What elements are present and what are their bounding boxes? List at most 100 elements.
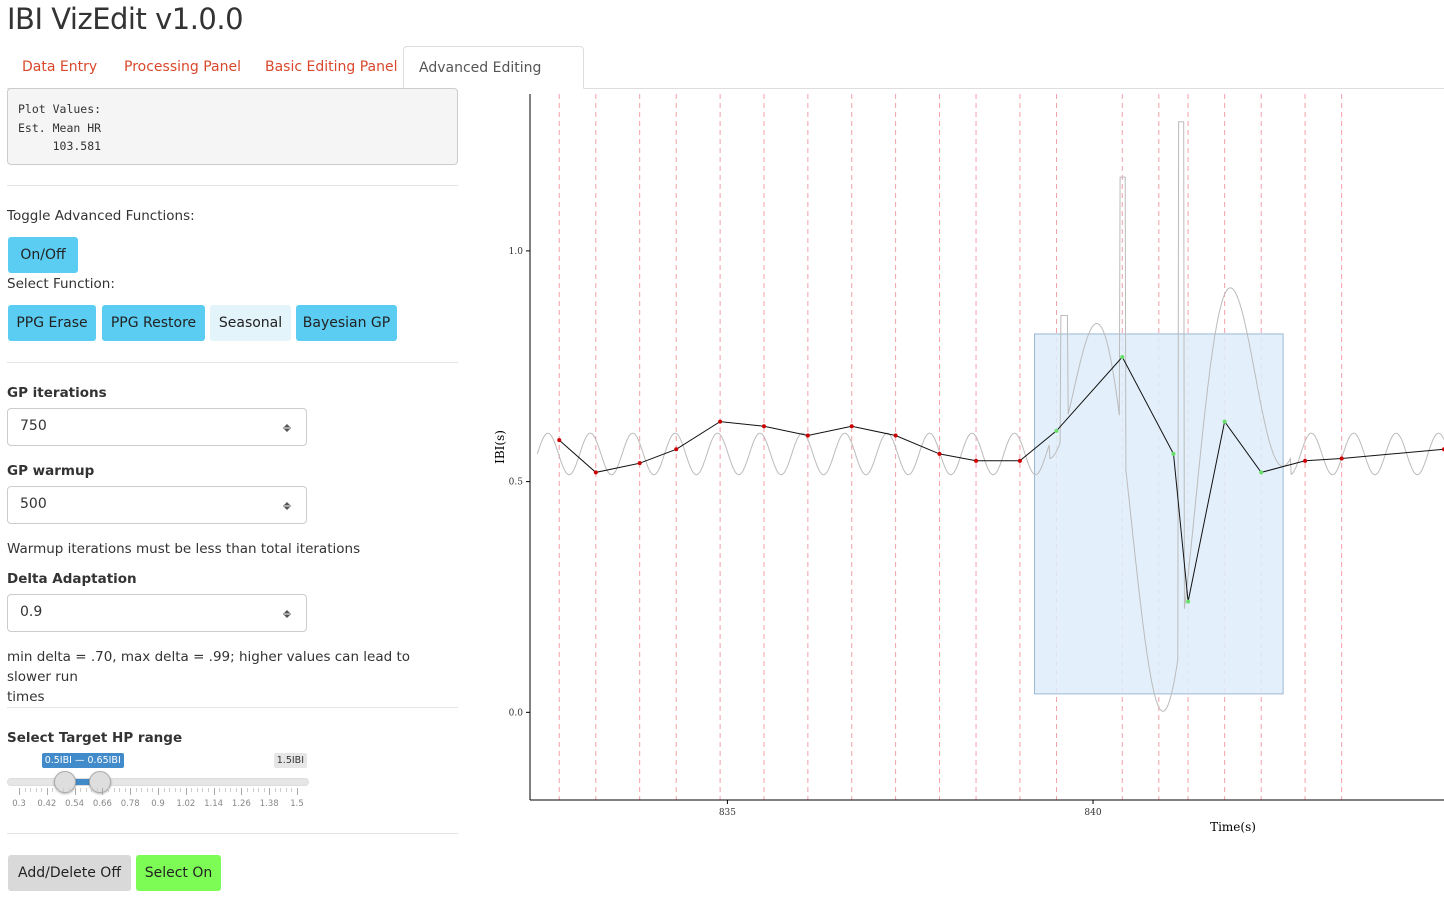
ibi-point bbox=[1171, 451, 1176, 456]
app-title: IBI VizEdit v1.0.0 bbox=[7, 2, 244, 36]
slider-tick-label: 1.5 bbox=[290, 799, 304, 809]
slider-minor-tick bbox=[85, 788, 87, 792]
slider-tick-label: 0.78 bbox=[120, 799, 140, 809]
tab-processing-panel[interactable]: Processing Panel bbox=[109, 46, 256, 87]
slider-minor-tick bbox=[124, 788, 126, 792]
slider-minor-tick bbox=[57, 788, 59, 792]
slider-minor-tick bbox=[263, 788, 265, 792]
y-tick-label: 0.5 bbox=[509, 478, 524, 488]
ibi-point bbox=[1339, 456, 1344, 461]
tab-advanced-editing-panel[interactable]: Advanced Editing Panel bbox=[403, 46, 584, 119]
plot-values-title: Plot Values: bbox=[18, 102, 102, 116]
slider-tick bbox=[74, 788, 76, 795]
slider-minor-tick bbox=[91, 788, 93, 792]
slider-tick bbox=[269, 788, 271, 795]
slider-minor-tick bbox=[35, 788, 37, 792]
x-tick-label: 835 bbox=[719, 808, 736, 818]
tab-data-entry[interactable]: Data Entry bbox=[7, 46, 112, 87]
slider-ticks: 0.3 0.42 0.54 0.66 0.78 0.9 1.02 1.14 1.26 1.38 1.… bbox=[7, 788, 309, 812]
slider-tick-label: 0.3 bbox=[12, 799, 26, 809]
slider-minor-tick bbox=[252, 788, 254, 792]
slider-tick bbox=[297, 788, 298, 795]
on-off-button[interactable]: On/Off bbox=[8, 237, 78, 273]
delta-adaptation-input[interactable]: 0.9 bbox=[7, 594, 307, 632]
ibi-point bbox=[557, 438, 562, 443]
slider-tick-label: 0.66 bbox=[92, 799, 112, 809]
slider-minor-tick bbox=[146, 788, 148, 792]
gp-iterations-label: GP iterations bbox=[7, 385, 107, 401]
ibi-series-line bbox=[558, 356, 1444, 602]
delta-help-text: min delta = .70, max delta = .99; higher… bbox=[7, 647, 458, 707]
ibi-point bbox=[1017, 458, 1022, 463]
slider-minor-tick bbox=[191, 788, 193, 792]
ibi-plot-svg[interactable]: 0.0 0.5 1.0 835 840 Time(s) IBI(s) bbox=[488, 88, 1444, 836]
slider-minor-tick bbox=[274, 788, 276, 792]
delta-help-line-2: times bbox=[7, 689, 45, 705]
slider-max-badge: 1.5IBI bbox=[273, 753, 307, 768]
slider-minor-tick bbox=[63, 788, 65, 792]
slider-tick-label: 1.26 bbox=[231, 799, 251, 809]
slider-tick bbox=[185, 788, 187, 795]
y-tick-label: 0.0 bbox=[509, 708, 524, 718]
divider bbox=[7, 833, 458, 834]
slider-tick-label: 1.02 bbox=[176, 799, 196, 809]
ibi-point bbox=[937, 451, 942, 456]
y-tick-label: 1.0 bbox=[509, 247, 524, 257]
warmup-help-text: Warmup iterations must be less than tota… bbox=[7, 541, 361, 557]
add-delete-button[interactable]: Add/Delete Off bbox=[8, 855, 131, 891]
slider-tick-label: 0.42 bbox=[37, 799, 57, 809]
slider-tick-label: 1.38 bbox=[259, 799, 279, 809]
selection-box[interactable] bbox=[1034, 333, 1284, 695]
divider bbox=[7, 362, 458, 363]
slider-minor-tick bbox=[30, 788, 32, 792]
slider-minor-tick bbox=[96, 788, 98, 792]
ibi-point bbox=[974, 458, 979, 463]
slider-minor-tick bbox=[174, 788, 176, 792]
slider-minor-tick bbox=[135, 788, 137, 792]
slider-tick bbox=[19, 788, 20, 795]
spinner-icon[interactable] bbox=[282, 422, 292, 434]
select-button[interactable]: Select On bbox=[136, 855, 221, 891]
gp-warmup-input[interactable]: 500 bbox=[7, 486, 307, 524]
ibi-point bbox=[718, 419, 723, 424]
slider-tick-label: 1.14 bbox=[204, 799, 224, 809]
slider-minor-tick bbox=[41, 788, 43, 792]
ibi-point bbox=[1120, 355, 1125, 360]
ibi-point bbox=[1303, 458, 1308, 463]
gp-warmup-label: GP warmup bbox=[7, 463, 95, 479]
select-function-label: Select Function: bbox=[7, 276, 115, 292]
seasonal-button[interactable]: Seasonal bbox=[210, 305, 291, 341]
divider bbox=[7, 185, 458, 186]
slider-minor-tick bbox=[219, 788, 221, 792]
ibi-point bbox=[1222, 419, 1227, 424]
ibi-point bbox=[893, 433, 898, 438]
est-mean-hr-value: 103.581 bbox=[18, 139, 102, 153]
ppg-waveform bbox=[536, 121, 1444, 712]
ibi-plot[interactable]: 0.0 0.5 1.0 835 840 Time(s) IBI(s) bbox=[488, 88, 1444, 836]
slider-track[interactable] bbox=[7, 778, 309, 786]
ppg-erase-button[interactable]: PPG Erase bbox=[8, 305, 96, 341]
slider-minor-tick bbox=[169, 788, 171, 792]
ibi-point bbox=[637, 461, 642, 466]
slider-minor-tick bbox=[24, 788, 26, 792]
slider-minor-tick bbox=[280, 788, 282, 792]
delta-help-line-1: min delta = .70, max delta = .99; higher… bbox=[7, 649, 411, 685]
slider-tick bbox=[102, 788, 104, 795]
slider-minor-tick bbox=[196, 788, 198, 792]
ibi-point bbox=[1054, 428, 1059, 433]
slider-minor-tick bbox=[80, 788, 82, 792]
slider-minor-tick bbox=[163, 788, 165, 792]
delta-adaptation-label: Delta Adaptation bbox=[7, 571, 137, 587]
slider-minor-tick bbox=[119, 788, 121, 792]
slider-minor-tick bbox=[202, 788, 204, 792]
slider-minor-tick bbox=[208, 788, 210, 792]
hp-range-slider[interactable]: 0.5IBI — 0.65IBI 1.5IBI 0.3 0.42 0.54 0.66 0… bbox=[7, 752, 309, 812]
tab-basic-editing-panel[interactable]: Basic Editing Panel bbox=[250, 46, 413, 87]
gp-iterations-input[interactable]: 750 bbox=[7, 408, 307, 446]
spinner-icon[interactable] bbox=[282, 500, 292, 512]
x-tick-label: 840 bbox=[1084, 808, 1101, 818]
slider-from-to-badge: 0.5IBI — 0.65IBI bbox=[41, 753, 124, 768]
spinner-icon[interactable] bbox=[282, 608, 292, 620]
bayesian-gp-button[interactable]: Bayesian GP bbox=[296, 305, 397, 341]
ppg-restore-button[interactable]: PPG Restore bbox=[102, 305, 205, 341]
